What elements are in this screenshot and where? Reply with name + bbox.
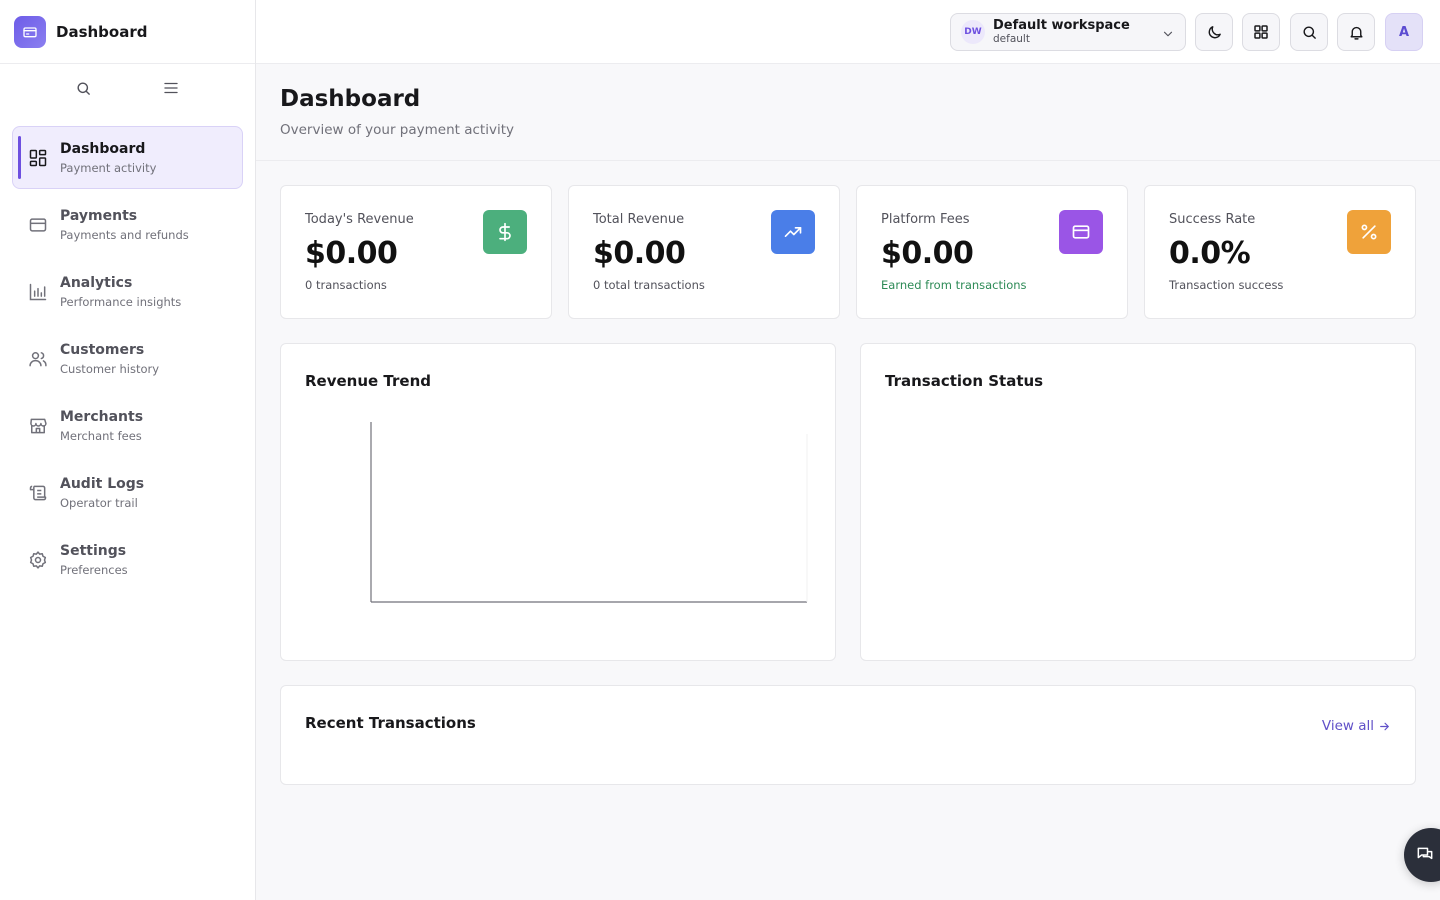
sidebar-item-sub: Customer history (60, 361, 160, 376)
workspace-slug: default (993, 33, 1030, 45)
workspace-badge: DW (961, 20, 985, 44)
sidebar-tools (0, 64, 255, 112)
sidebar-item-settings[interactable]: Settings Preferences (12, 528, 243, 591)
stat-card-total-revenue: Total Revenue $0.00 0 total transactions (568, 185, 840, 319)
revenue-trend-chart (370, 422, 808, 603)
stat-value: $0.00 (305, 236, 398, 271)
card-title: Recent Transactions (305, 714, 476, 732)
sidebar-item-sub: Performance insights (60, 294, 182, 309)
stat-card-todays-revenue: Today's Revenue $0.00 0 transactions (280, 185, 552, 319)
sidebar-item-sub: Merchant fees (60, 428, 142, 443)
sidebar-item-label: Audit Logs (60, 475, 145, 492)
notifications-button[interactable] (1337, 13, 1375, 51)
sidebar: Dashboard Dashboard Payment activity Pay… (0, 0, 256, 900)
search-button[interactable] (1290, 13, 1328, 51)
sidebar-item-label: Payments (60, 207, 138, 224)
stat-value: $0.00 (881, 236, 974, 271)
arrow-right-icon (1380, 722, 1389, 730)
stat-label: Today's Revenue (305, 212, 414, 227)
sidebar-item-label: Customers (60, 341, 145, 358)
menu-icon (164, 82, 178, 94)
chevron-down-icon (1161, 26, 1175, 45)
sidebar-item-label: Settings (60, 542, 127, 559)
sidebar-item-audit-logs[interactable]: Audit Logs Operator trail (12, 461, 243, 524)
sidebar-item-sub: Payment activity (60, 160, 157, 175)
stat-note: Transaction success (1169, 278, 1284, 292)
percent-icon (1347, 210, 1391, 254)
search-icon (1302, 25, 1316, 39)
stat-note: Earned from transactions (881, 278, 1027, 292)
card-title: Transaction Status (885, 372, 1044, 390)
chat-icon (1417, 847, 1433, 860)
stat-value: 0.0% (1169, 236, 1251, 271)
brand-title: Dashboard (56, 22, 148, 41)
recent-transactions-card: Recent Transactions View all (280, 685, 1416, 785)
sidebar-item-sub: Payments and refunds (60, 227, 189, 242)
search-icon (77, 81, 91, 95)
stat-card-success-rate: Success Rate 0.0% Transaction success (1144, 185, 1416, 319)
stat-note: 0 transactions (305, 278, 387, 292)
page-subtitle: Overview of your payment activity (280, 122, 514, 138)
page-title: Dashboard (280, 86, 421, 112)
sidebar-search-button[interactable] (70, 74, 98, 102)
moon-icon (1208, 25, 1221, 38)
sidebar-item-label: Merchants (60, 408, 144, 425)
stat-value: $0.00 (593, 236, 686, 271)
sidebar-item-sub: Operator trail (60, 495, 138, 510)
scroll-icon (27, 482, 49, 504)
store-icon (27, 415, 49, 437)
stat-note: 0 total transactions (593, 278, 705, 292)
users-icon (27, 348, 49, 370)
sidebar-item-label: Analytics (60, 274, 133, 291)
theme-toggle-button[interactable] (1195, 13, 1233, 51)
sidebar-item-payments[interactable]: Payments Payments and refunds (12, 193, 243, 256)
stat-label: Success Rate (1169, 212, 1256, 227)
transaction-status-card: Transaction Status (860, 343, 1416, 661)
stat-label: Total Revenue (593, 212, 685, 227)
grid-icon (1254, 25, 1268, 39)
view-all-label: View all (1321, 718, 1374, 734)
bell-icon (1349, 26, 1363, 40)
sidebar-item-dashboard[interactable]: Dashboard Payment activity (12, 126, 243, 189)
chat-support-button[interactable] (1404, 828, 1440, 882)
page-header: Dashboard Overview of your payment activ… (256, 64, 1440, 161)
apps-button[interactable] (1242, 13, 1280, 51)
stat-label: Platform Fees (881, 212, 970, 227)
revenue-trend-card: Revenue Trend (280, 343, 836, 661)
sidebar-item-sub: Preferences (60, 562, 128, 577)
view-all-link[interactable]: View all (1322, 718, 1391, 734)
credit-card-icon (27, 214, 49, 236)
top-bar: DW Default workspace default A (256, 0, 1440, 64)
stat-card-platform-fees: Platform Fees $0.00 Earned from transact… (856, 185, 1128, 319)
sidebar-nav: Dashboard Payment activity Payments Paym… (0, 112, 255, 591)
gear-icon (27, 549, 49, 571)
sidebar-menu-toggle[interactable] (157, 74, 185, 102)
workspace-name: Default workspace (993, 18, 1130, 33)
sidebar-item-customers[interactable]: Customers Customer history (12, 327, 243, 390)
user-avatar[interactable]: A (1385, 13, 1423, 51)
brand-bar: Dashboard (0, 0, 255, 64)
sidebar-item-merchants[interactable]: Merchants Merchant fees (12, 394, 243, 457)
dashboard-grid-icon (27, 147, 49, 169)
credit-card-icon (1059, 210, 1103, 254)
trending-up-icon (771, 210, 815, 254)
wallet-logo-icon (14, 15, 46, 48)
workspace-switcher[interactable]: DW Default workspace default (950, 13, 1186, 51)
sidebar-item-label: Dashboard (60, 140, 146, 157)
sidebar-item-analytics[interactable]: Analytics Performance insights (12, 260, 243, 323)
bar-chart-icon (27, 281, 49, 303)
dollar-icon (483, 210, 527, 254)
